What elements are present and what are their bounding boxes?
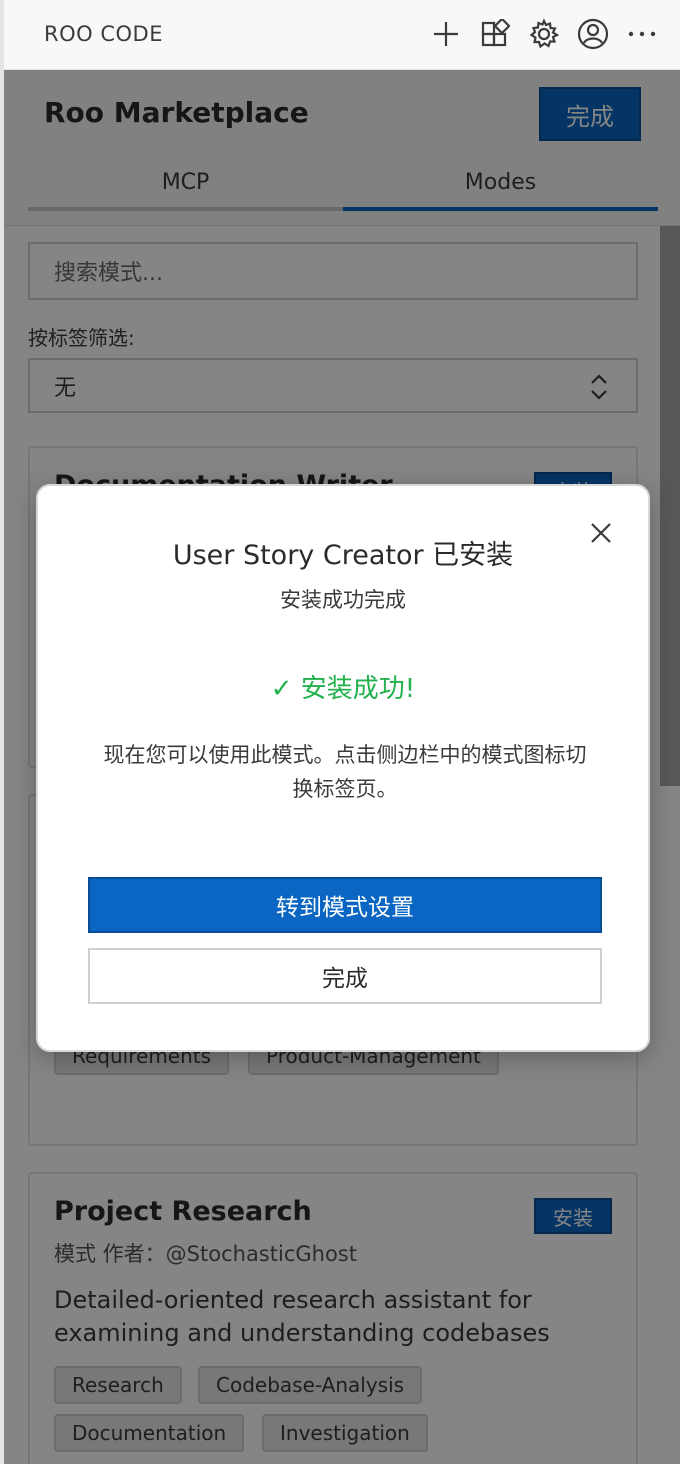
done-dialog-button[interactable]: 完成 bbox=[88, 948, 602, 1004]
go-to-mode-settings-button[interactable]: 转到模式设置 bbox=[88, 877, 602, 933]
gear-icon[interactable] bbox=[525, 14, 562, 54]
more-icon[interactable] bbox=[623, 14, 660, 54]
dialog-title: User Story Creator 已安装 bbox=[172, 540, 514, 571]
dialog-subtitle: 安装成功完成 bbox=[280, 588, 406, 612]
plus-icon[interactable] bbox=[427, 14, 464, 54]
marketplace-icon[interactable] bbox=[476, 14, 513, 54]
toolbar-icons bbox=[427, 14, 660, 54]
panel-title: ROO CODE bbox=[44, 22, 163, 46]
dialog-message: 现在您可以使用此模式。点击侧边栏中的模式图标切换标签页。 bbox=[103, 743, 587, 801]
panel-title-bar: ROO CODE bbox=[4, 0, 680, 70]
success-message: ✓ 安装成功! bbox=[270, 674, 416, 704]
install-success-dialog: User Story Creator 已安装 安装成功完成 ✓ 安装成功! 现在… bbox=[36, 484, 650, 1052]
account-icon[interactable] bbox=[574, 14, 611, 54]
